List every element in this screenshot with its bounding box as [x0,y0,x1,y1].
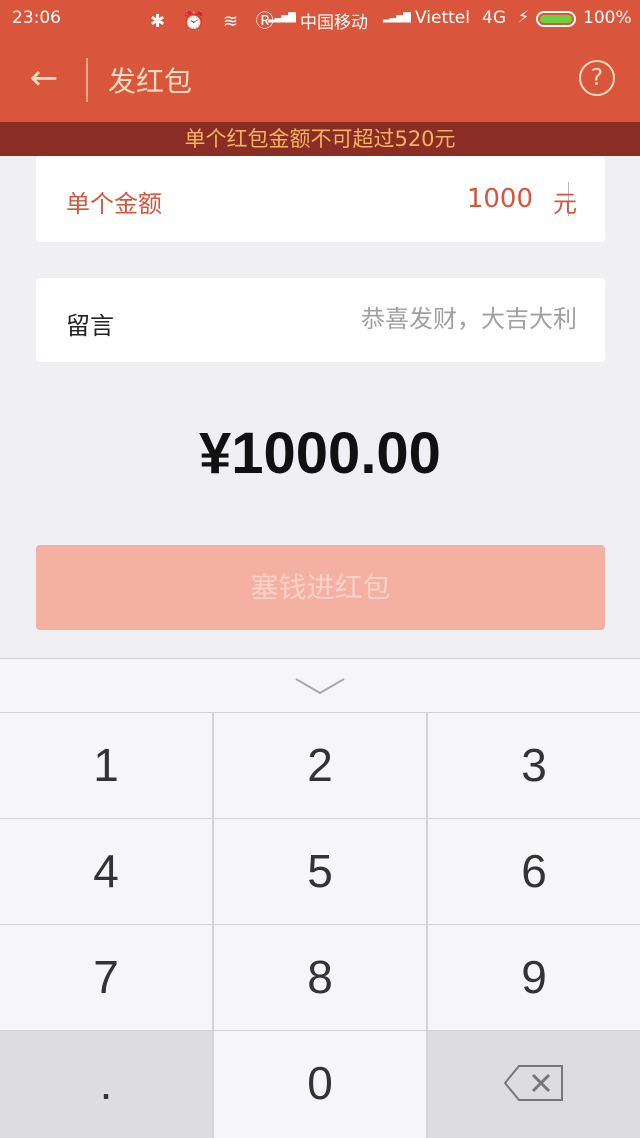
key-3[interactable]: 3 [428,713,640,818]
back-button[interactable]: ← [22,58,66,102]
message-card[interactable]: 留言 [36,278,605,362]
network-type: 4G [482,8,506,28]
chevron-down-icon [295,678,345,695]
back-arrow-icon: ← [29,58,59,98]
numeric-keyboard: 1 2 3 4 5 6 7 8 9 . 0 [0,658,640,1138]
amount-input[interactable]: 1000 [467,184,533,214]
nav-bar: ← 发红包 ? [0,38,640,122]
message-label: 留言 [66,312,114,340]
key-0[interactable]: 0 [214,1031,426,1138]
key-9[interactable]: 9 [428,925,640,1030]
battery-percent: 100% [583,8,632,28]
signal-icon: ▂▃▅▇ [383,12,411,23]
help-icon: ? [590,65,604,91]
key-1[interactable]: 1 [0,713,212,818]
backspace-icon [503,1065,563,1101]
submit-button[interactable]: 塞钱进红包 [36,545,605,630]
battery-fill [540,15,572,23]
carrier-1: 中国移动 [300,13,368,33]
key-decimal[interactable]: . [0,1031,212,1138]
page-title: 发红包 [108,65,193,98]
key-2[interactable]: 2 [214,713,426,818]
status-time: 23:06 [12,8,61,28]
amount-unit: 元 [553,190,577,218]
backspace-key[interactable] [428,1031,640,1138]
amount-label: 单个金额 [66,190,162,218]
carrier-2: Viettel [415,8,470,28]
charging-icon: ⚡ [518,7,530,26]
key-5[interactable]: 5 [214,819,426,924]
nav-divider [86,58,88,102]
keyboard-collapse-button[interactable] [0,658,640,712]
total-amount: ¥1000.00 [199,421,441,486]
system-icons: ✱ ⏰ ≋ Ⓡ [150,11,280,32]
key-6[interactable]: 6 [428,819,640,924]
signal-icon: ▂▃▅▇ [268,12,296,23]
key-8[interactable]: 8 [214,925,426,1030]
header: 23:06 ✱ ⏰ ≋ Ⓡ ▂▃▅▇ 中国移动 ▂▃▅▇ Viettel 4G … [0,0,640,122]
message-input[interactable] [277,305,577,333]
key-4[interactable]: 4 [0,819,212,924]
warning-banner: 单个红包金额不可超过520元 [0,122,640,156]
help-button[interactable]: ? [579,60,615,96]
battery-icon [536,11,576,27]
amount-card[interactable]: 单个金额 1000 元 [36,156,605,242]
status-bar: 23:06 ✱ ⏰ ≋ Ⓡ ▂▃▅▇ 中国移动 ▂▃▅▇ Viettel 4G … [0,0,640,38]
key-7[interactable]: 7 [0,925,212,1030]
